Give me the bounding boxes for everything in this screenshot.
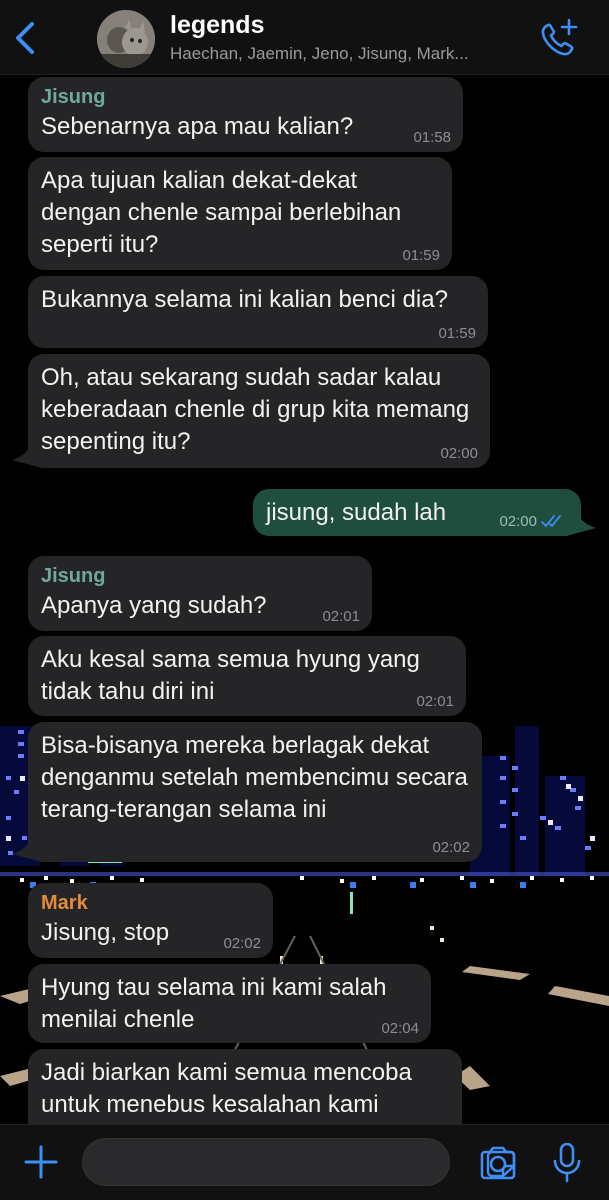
message-time: 02:02 xyxy=(223,935,261,952)
message-text: Aku kesal sama semua hyung yang tidak ta… xyxy=(41,646,420,705)
message-time: 01:59 xyxy=(438,325,476,342)
message-bubble[interactable]: Aku kesal sama semua hyung yang tidak ta… xyxy=(28,636,466,716)
message-time: 02:00 xyxy=(440,445,478,462)
back-button[interactable] xyxy=(8,18,44,58)
outgoing-message-bubble[interactable]: jisung, sudah lah 02:00 xyxy=(253,489,581,536)
message-text: Hyung tau selama ini kami salah menilai … xyxy=(41,974,387,1033)
sender-name: Jisung xyxy=(41,86,106,108)
attach-button[interactable] xyxy=(22,1143,60,1181)
message-text: Apanya yang sudah? xyxy=(41,592,267,619)
group-avatar[interactable] xyxy=(97,10,155,68)
message-text: Oh, atau sekarang sudah sadar kalau kebe… xyxy=(41,364,470,455)
message-time: 02:00 xyxy=(499,513,537,530)
chevron-left-icon xyxy=(16,22,34,54)
message-bubble[interactable]: Apa tujuan kalian dekat-dekat dengan che… xyxy=(28,157,452,270)
call-button[interactable] xyxy=(536,18,580,58)
chat-header: legends Haechan, Jaemin, Jeno, Jisung, M… xyxy=(0,0,609,75)
message-bubble[interactable]: Bukannya selama ini kalian benci dia? 01… xyxy=(28,276,488,348)
read-receipt-icon xyxy=(541,515,561,527)
message-bubble[interactable]: Jisung Apanya yang sudah? 02:01 xyxy=(28,556,372,631)
camera-button[interactable] xyxy=(478,1145,518,1181)
message-text: Jadi biarkan kami semua mencoba untuk me… xyxy=(41,1059,412,1118)
message-bubble[interactable]: Oh, atau sekarang sudah sadar kalau kebe… xyxy=(28,354,490,468)
phone-plus-icon xyxy=(541,18,578,56)
message-input-bar xyxy=(0,1124,609,1200)
cat-photo xyxy=(97,10,155,68)
microphone-button[interactable] xyxy=(552,1141,582,1185)
message-time: 02:02 xyxy=(432,839,470,856)
message-input[interactable] xyxy=(82,1138,516,1186)
message-text: Apa tujuan kalian dekat-dekat dengan che… xyxy=(41,167,402,258)
sender-name: Mark xyxy=(41,892,88,914)
sender-name: Jisung xyxy=(41,565,106,587)
plus-icon xyxy=(24,1145,58,1179)
message-time: 02:01 xyxy=(416,693,454,710)
message-time: 02:04 xyxy=(381,1020,419,1037)
message-text: Sebenarnya apa mau kalian? xyxy=(41,113,354,140)
chat-title[interactable]: legends xyxy=(170,11,264,40)
message-bubble[interactable]: Jisung Sebenarnya apa mau kalian? 01:58 xyxy=(28,77,463,152)
camera-icon xyxy=(480,1146,516,1180)
message-time: 01:58 xyxy=(413,129,451,146)
message-bubble[interactable]: Bisa-bisanya mereka berlagak dekat denga… xyxy=(28,722,482,862)
message-time: 01:59 xyxy=(402,247,440,264)
message-bubble[interactable]: Hyung tau selama ini kami salah menilai … xyxy=(28,964,431,1043)
group-members[interactable]: Haechan, Jaemin, Jeno, Jisung, Mark... xyxy=(170,44,530,64)
microphone-icon xyxy=(553,1142,581,1183)
message-text: Bisa-bisanya mereka berlagak dekat denga… xyxy=(41,732,468,823)
message-time: 02:01 xyxy=(322,608,360,625)
message-text: Bukannya selama ini kalian benci dia? xyxy=(41,286,448,313)
message-bubble[interactable]: Mark Jisung, stop 02:02 xyxy=(28,883,273,958)
